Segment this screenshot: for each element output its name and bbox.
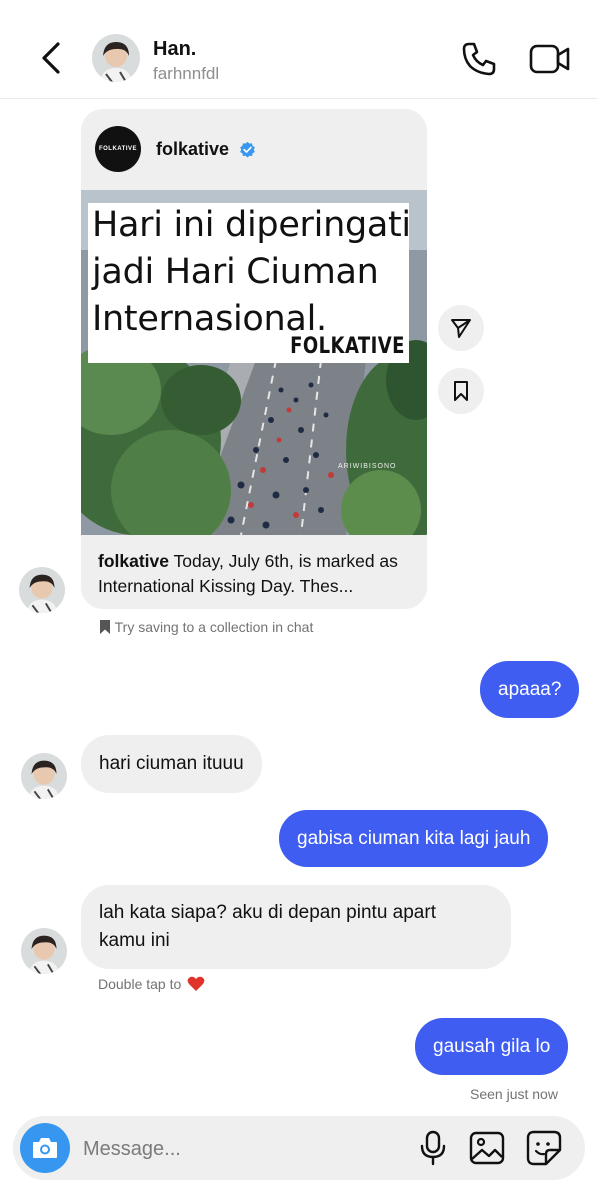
contact-avatar[interactable]	[92, 34, 140, 82]
video-call-icon[interactable]	[528, 40, 572, 78]
phone-call-icon[interactable]	[460, 40, 498, 78]
verified-badge-icon	[240, 141, 255, 158]
message-line-1: lah kata siapa? aku di depan pintu apart	[99, 902, 436, 923]
bookmark-icon	[454, 381, 468, 401]
sender-avatar[interactable]	[21, 928, 67, 974]
back-arrow-icon[interactable]	[34, 38, 68, 78]
sender-avatar[interactable]	[21, 753, 67, 799]
chat-header: Han. farhnnfdl	[0, 0, 597, 99]
sender-avatar[interactable]	[19, 567, 65, 613]
message-sent[interactable]: gabisa ciuman kita lagi jauh	[279, 810, 549, 867]
message-composer	[13, 1116, 585, 1180]
shared-post-card[interactable]: FOLKATIVE folkative Hari ini diperingati…	[81, 109, 427, 609]
contact-username: farhnnfdl	[153, 64, 220, 83]
photo-credit: ARIWIBISONO	[338, 463, 397, 470]
message-input[interactable]	[81, 1128, 385, 1170]
message-sent[interactable]: gausah gila lo	[415, 1018, 569, 1075]
headline-line-1: Hari ini diperingati	[92, 205, 411, 245]
share-post-button[interactable]	[438, 305, 484, 351]
contact-name[interactable]: Han.	[153, 38, 196, 61]
send-arrow-icon	[451, 319, 471, 338]
message-received[interactable]: hari ciuman ituuu	[81, 735, 262, 793]
post-headline-overlay: Hari ini diperingati jadi Hari Ciuman In…	[88, 203, 411, 363]
headline-brand: FOLKATIVE	[290, 334, 405, 359]
seen-status: Seen just now	[470, 1086, 558, 1102]
headline-line-2: jadi Hari Ciuman	[92, 252, 379, 292]
sticker-icon[interactable]	[526, 1130, 562, 1166]
microphone-icon[interactable]	[419, 1130, 447, 1166]
post-account-logo: FOLKATIVE	[95, 126, 141, 172]
double-tap-hint: Double tap to	[98, 976, 205, 992]
message-line-2: kamu ini	[99, 930, 170, 951]
gallery-icon[interactable]	[469, 1131, 505, 1165]
post-image[interactable]: Hari ini diperingati jadi Hari Ciuman In…	[81, 190, 427, 535]
save-post-button[interactable]	[438, 368, 484, 414]
caption-account: folkative	[98, 551, 169, 571]
message-received[interactable]: lah kata siapa? aku di depan pintu apart…	[81, 885, 511, 969]
save-collection-hint[interactable]: Try saving to a collection in chat	[99, 619, 313, 635]
post-account-name[interactable]: folkative	[156, 139, 229, 160]
camera-button[interactable]	[20, 1123, 70, 1173]
bookmark-filled-icon	[100, 620, 110, 634]
message-sent[interactable]: apaaa?	[480, 661, 580, 718]
headline-line-3: Internasional.	[92, 299, 327, 339]
post-caption[interactable]: folkative Today, July 6th, is marked as …	[98, 549, 418, 599]
heart-icon	[187, 976, 205, 991]
camera-icon	[33, 1138, 57, 1158]
